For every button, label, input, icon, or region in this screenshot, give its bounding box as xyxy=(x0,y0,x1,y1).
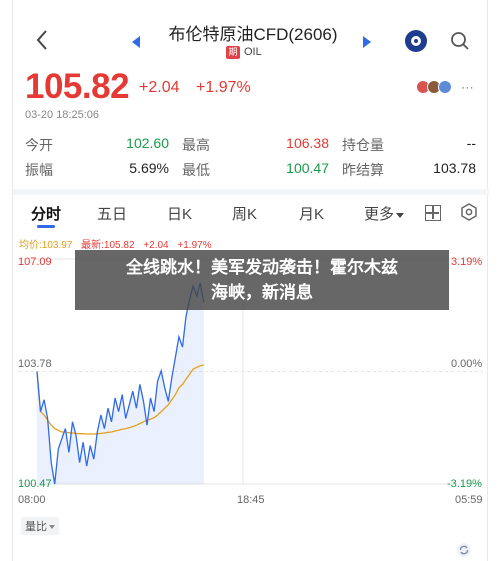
refresh-icon[interactable] xyxy=(456,542,472,558)
header: 布伦特原油CFD(2606) 期 OIL xyxy=(13,0,489,66)
app-logo-icon[interactable] xyxy=(405,30,427,52)
open-interest-label: 持仓量 xyxy=(342,137,384,153)
low-value: 100.47 xyxy=(286,160,329,176)
volume-ratio-label: 量比 xyxy=(25,521,47,533)
tab-daily-k[interactable]: 日K xyxy=(167,203,192,224)
price-area xyxy=(37,283,204,484)
y-tick-low: 100.47 xyxy=(18,478,52,490)
section-divider xyxy=(13,189,489,195)
news-headline-banner: 全线跳水！美军发动袭击！霍尔木兹 海峡，新消息 xyxy=(75,250,449,310)
y-right-tick-high: 3.19% xyxy=(451,256,483,268)
quote-timestamp: 03-20 18:25:06 xyxy=(25,109,100,121)
price-change-percent: +1.97% xyxy=(196,79,251,96)
price-change: +2.04 xyxy=(139,79,180,96)
quote-screen: 布伦特原油CFD(2606) 期 OIL 105.82 +2.04 +1.97%… xyxy=(12,0,489,561)
open-value: 102.60 xyxy=(126,135,169,151)
high-value: 106.38 xyxy=(286,135,329,151)
active-tab-indicator xyxy=(37,225,55,228)
tab-more[interactable]: 更多 xyxy=(364,203,405,224)
x-tick-start: 08:00 xyxy=(18,494,46,506)
chevron-down-icon xyxy=(396,212,405,218)
stats-row: 今开 102.60 最高 106.38 持仓量 -- xyxy=(25,135,477,160)
banner-line-2: 海峡，新消息 xyxy=(211,283,313,303)
settings-icon[interactable] xyxy=(460,203,478,221)
avatar xyxy=(438,80,452,94)
y-tick-mid: 103.78 xyxy=(18,358,52,370)
previous-instrument-icon[interactable] xyxy=(132,36,140,48)
stats-grid: 今开 102.60 最高 106.38 持仓量 -- 振幅 5.69% 最低 1… xyxy=(25,135,477,185)
amplitude-value: 5.69% xyxy=(129,160,169,176)
prev-settle-value: 103.78 xyxy=(433,160,476,176)
stats-row: 振幅 5.69% 最低 100.47 昨结算 103.78 xyxy=(25,160,477,185)
more-dots-icon[interactable]: ⋯ xyxy=(461,80,474,96)
chart-period-tabs: 分时 五日 日K 周K 月K 更多 xyxy=(13,197,489,229)
y-right-tick-mid: 0.00% xyxy=(451,358,483,370)
banner-headline: 全线跳水！美军发动袭击！霍尔木兹 海峡，新消息 xyxy=(85,256,439,306)
search-icon[interactable] xyxy=(450,31,470,51)
instrument-code: OIL xyxy=(244,46,262,58)
x-tick-mid: 18:45 xyxy=(237,494,265,506)
y-right-tick-low: -3.19% xyxy=(447,478,482,490)
tab-monthly-k[interactable]: 月K xyxy=(299,203,324,224)
x-tick-end: 05:59 xyxy=(455,494,483,506)
high-label: 最高 xyxy=(182,137,210,153)
next-instrument-icon[interactable] xyxy=(363,36,371,48)
discussion-avatars[interactable] xyxy=(416,80,452,96)
caret-down-icon xyxy=(49,525,55,530)
tab-more-label: 更多 xyxy=(364,206,395,223)
grid-icon[interactable] xyxy=(425,205,441,221)
y-tick-high: 107.09 xyxy=(18,256,52,268)
tab-weekly-k[interactable]: 周K xyxy=(232,203,257,224)
amplitude-label: 振幅 xyxy=(25,162,53,178)
low-label: 最低 xyxy=(182,162,210,178)
volume-ratio-selector[interactable]: 量比 xyxy=(21,517,59,535)
tab-five-day[interactable]: 五日 xyxy=(97,203,127,224)
open-label: 今开 xyxy=(25,137,53,153)
back-icon[interactable] xyxy=(35,28,49,52)
last-price: 105.82 xyxy=(25,67,130,106)
tab-intraday[interactable]: 分时 xyxy=(31,203,61,224)
instrument-title: 布伦特原油CFD(2606) xyxy=(168,25,338,44)
instrument-subtitle: 期 OIL xyxy=(226,45,262,59)
banner-line-1: 全线跳水！美军发动袭击！霍尔木兹 xyxy=(126,258,398,278)
open-interest-value: -- xyxy=(466,135,476,151)
futures-badge: 期 xyxy=(226,45,240,59)
prev-settle-label: 昨结算 xyxy=(342,162,384,178)
